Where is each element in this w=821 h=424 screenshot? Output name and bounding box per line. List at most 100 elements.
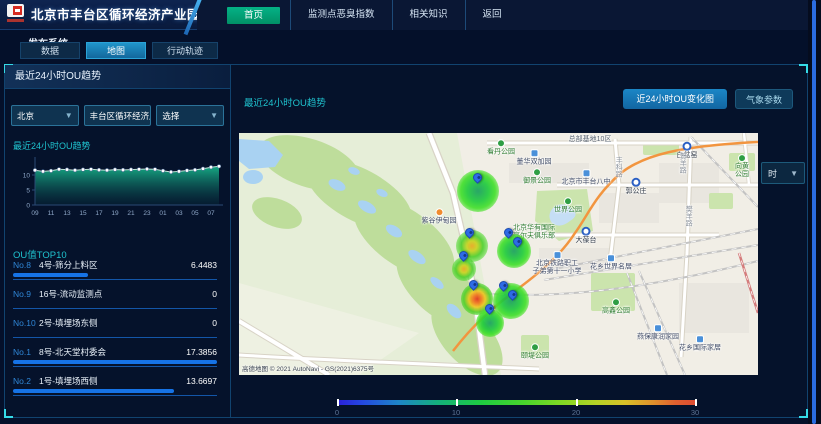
color-scale-tick-label: 30 <box>691 408 699 417</box>
ou-row-divider <box>13 279 217 280</box>
chevron-down-icon: ▼ <box>210 111 218 120</box>
top-nav: 首页监测点恶臭指数相关知识返回 <box>197 0 821 30</box>
ou-rank-label: No.9 <box>13 289 39 299</box>
app-root: 北京市丰台区循环经济产业园大气恶臭状况实时 首页监测点恶臭指数相关知识返回 发布… <box>0 0 821 424</box>
ou-top-row-0[interactable]: No.84号-筛分上料区6.4483 <box>5 259 230 288</box>
ou-site-name: 4号-筛分上料区 <box>39 259 191 271</box>
map-button-0[interactable]: 近24小时OU变化图 <box>623 89 727 109</box>
color-scale-tick-label: 0 <box>335 408 339 417</box>
nav-item-3[interactable]: 返回 <box>465 0 519 30</box>
ou-bar-track <box>13 273 217 277</box>
ou-site-value: 6.4483 <box>191 260 217 270</box>
ou-site-value: 17.3856 <box>186 347 217 357</box>
ou-progress-bar <box>13 360 217 364</box>
filter-select-value: 选择 <box>162 110 179 122</box>
left-panel: 最近24小时OU趋势 北京▼丰台区循环经济产▼选择▼ 最近24小时OU趋势 05… <box>5 65 231 417</box>
map-button-row: 近24小时OU变化图气象参数 <box>623 89 793 109</box>
ou-rank-label: No.1 <box>13 347 39 357</box>
chevron-down-icon: ▼ <box>790 169 798 178</box>
ou-rank-label: No.2 <box>13 376 39 386</box>
ou-bar-track <box>13 331 217 335</box>
ou-bar-track <box>13 389 217 393</box>
ou-row-divider <box>13 337 217 338</box>
color-scale-tick <box>576 399 578 406</box>
ou-site-value: 13.6697 <box>186 376 217 386</box>
filter-select-2[interactable]: 选择 ▼ <box>156 105 224 126</box>
ou-top-row-line: No.102号-填埋场东侧0 <box>5 317 230 329</box>
ou-top-row-line: No.21号-填埋场西侧13.6697 <box>5 375 230 387</box>
ou-site-name: 2号-填埋场东侧 <box>39 317 212 329</box>
left-panel-title: 最近24小时OU趋势 <box>5 65 230 89</box>
svg-text:15: 15 <box>79 210 87 217</box>
ou-color-scale: 0102030 <box>337 400 697 405</box>
view-tabs: 数据地图行动轨迹 <box>20 42 218 59</box>
ou-top-row-3[interactable]: No.18号-北天堂村委会17.3856 <box>5 346 230 375</box>
svg-text:21: 21 <box>127 210 135 217</box>
svg-text:03: 03 <box>175 210 183 217</box>
main-panel: 最近24小时OU趋势 北京▼丰台区循环经济产▼选择▼ 最近24小时OU趋势 05… <box>4 64 808 418</box>
svg-text:09: 09 <box>31 210 39 217</box>
ou-top-row-4[interactable]: No.21号-填埋场西侧13.6697 <box>5 375 230 404</box>
color-scale-tick-label: 10 <box>452 408 460 417</box>
vertical-scrollbar[interactable] <box>812 0 816 424</box>
ou-bar-track <box>13 360 217 364</box>
svg-text:11: 11 <box>48 210 55 217</box>
svg-text:23: 23 <box>143 210 151 217</box>
time-unit-select[interactable]: 时 ▼ <box>761 162 805 184</box>
color-scale-gradient <box>337 400 697 405</box>
ou-trend-chart: 0510091113151719212301030507 <box>7 149 229 227</box>
app-logo-icon <box>7 4 26 25</box>
ou-site-value: 0 <box>212 289 217 299</box>
chevron-down-icon: ▼ <box>65 111 73 120</box>
filter-select-0[interactable]: 北京 ▼ <box>11 105 79 126</box>
svg-text:13: 13 <box>63 210 71 217</box>
svg-text:10: 10 <box>23 173 31 180</box>
map-attribution: 高德地图 © 2021 AutoNavi - GS(2021)6375号 <box>242 363 374 373</box>
tab-0[interactable]: 数据 <box>20 42 80 59</box>
ou-site-name: 8号-北天堂村委会 <box>39 346 186 358</box>
svg-text:05: 05 <box>191 210 199 217</box>
ou-site-name: 1号-填埋场西侧 <box>39 375 186 387</box>
tab-2[interactable]: 行动轨迹 <box>152 42 218 59</box>
nav-item-1[interactable]: 监测点恶臭指数 <box>290 0 392 30</box>
filter-select-value: 北京 <box>17 110 34 122</box>
map-button-1[interactable]: 气象参数 <box>735 89 793 109</box>
filter-select-value: 丰台区循环经济产 <box>90 110 152 122</box>
ou-top-row-line: No.916号-流动监测点0 <box>5 288 230 300</box>
map-section-title: 最近24小时OU趋势 <box>244 95 326 109</box>
svg-text:17: 17 <box>95 210 103 217</box>
ou-row-divider <box>13 308 217 309</box>
filter-row: 北京 ▼ 丰台区循环经济产▼ 选择 ▼ <box>11 105 224 126</box>
filter-select-1[interactable]: 丰台区循环经济产▼ <box>84 105 152 126</box>
color-scale-tick <box>695 399 697 406</box>
tab-1[interactable]: 地图 <box>86 42 146 59</box>
color-scale-tick <box>337 399 339 406</box>
nav-item-2[interactable]: 相关知识 <box>392 0 465 30</box>
svg-text:0: 0 <box>26 203 30 210</box>
svg-text:19: 19 <box>111 210 119 217</box>
nav-item-0[interactable]: 首页 <box>227 7 280 24</box>
map-canvas[interactable]: 看丹公园总部基地10区董华双加园御景公园北京市丰台八中世界公园郭公庄白盆窑向黄公… <box>239 133 758 375</box>
ou-row-divider <box>13 395 217 396</box>
ou-top-row-line: No.84号-筛分上料区6.4483 <box>5 259 230 271</box>
ou-top-row-1[interactable]: No.916号-流动监测点0 <box>5 288 230 317</box>
time-unit-value: 时 <box>768 167 777 180</box>
header: 北京市丰台区循环经济产业园大气恶臭状况实时 首页监测点恶臭指数相关知识返回 <box>0 0 821 30</box>
svg-text:5: 5 <box>26 188 30 195</box>
ou-row-divider <box>13 366 217 367</box>
ou-progress-bar <box>13 273 88 277</box>
ou-site-value: 0 <box>212 318 217 328</box>
ou-rank-label: No.10 <box>13 318 39 328</box>
ou-top-row-2[interactable]: No.102号-填埋场东侧0 <box>5 317 230 346</box>
map-basemap <box>239 133 758 375</box>
map-panel: 最近24小时OU趋势 近24小时OU变化图气象参数 <box>231 65 807 417</box>
ou-top-list: No.84号-筛分上料区6.4483No.916号-流动监测点0No.102号-… <box>5 259 230 404</box>
ou-site-name: 16号-流动监测点 <box>39 288 212 300</box>
color-scale-tick <box>456 399 458 406</box>
svg-text:01: 01 <box>159 210 167 217</box>
color-scale-tick-label: 20 <box>572 408 580 417</box>
ou-bar-track <box>13 302 217 306</box>
ou-top-row-line: No.18号-北天堂村委会17.3856 <box>5 346 230 358</box>
ou-rank-label: No.8 <box>13 260 39 270</box>
ou-progress-bar <box>13 389 174 393</box>
